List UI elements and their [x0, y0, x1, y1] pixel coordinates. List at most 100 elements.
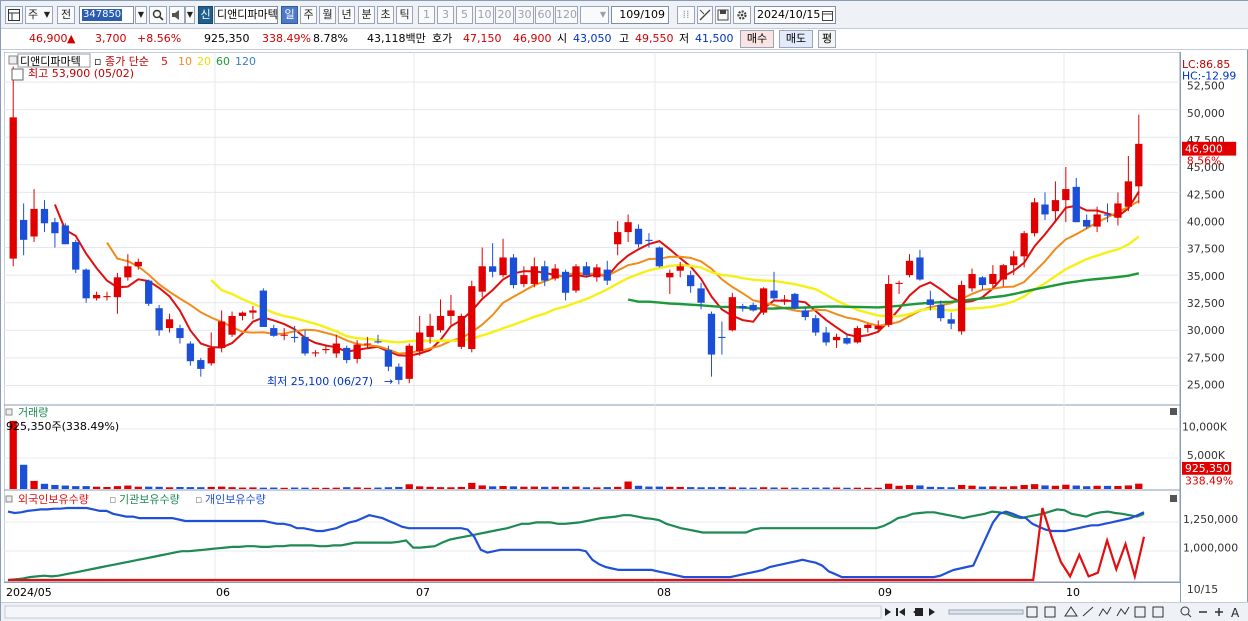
candle-body [572, 266, 580, 291]
chevron-down-icon: ▼ [43, 10, 50, 19]
type-select[interactable]: 주 ▼ [25, 6, 53, 24]
copy-icon[interactable] [1026, 606, 1038, 618]
chart-canvas[interactable]: 디앤디파마텍 ▫ 종가 단순 5 10 20 60 120 최고 53,900 … [4, 52, 1180, 602]
stock-name-field[interactable]: 디앤디파마텍 [214, 6, 278, 24]
candle-body [530, 266, 538, 284]
x-label-08: 08 [657, 586, 671, 599]
candle-body [1114, 203, 1122, 218]
first-page-icon[interactable] [899, 608, 905, 616]
candle-body [895, 282, 903, 284]
volume-bar [92, 486, 101, 489]
zoom-slider[interactable] [948, 609, 1024, 615]
foreign-legend: 외국인보유수량 [18, 493, 89, 506]
interval-120-button[interactable]: 120 [555, 6, 578, 24]
frame-tool-icon[interactable] [1152, 606, 1164, 618]
buy-button[interactable]: 매수 [740, 30, 774, 48]
candle-body [739, 306, 747, 309]
volume-title: 거래량 [18, 406, 48, 419]
calendar-icon[interactable] [11, 68, 24, 81]
font-size-icon[interactable]: A [1231, 606, 1240, 620]
volume-bar [363, 487, 372, 489]
candle-body [853, 328, 862, 343]
volume-bar [926, 486, 934, 489]
interval-60-button[interactable]: 60 [535, 6, 554, 24]
save-icon[interactable] [715, 6, 731, 24]
volume-bar [947, 487, 955, 489]
volume-bar [864, 487, 872, 489]
volume-bar [30, 480, 38, 489]
volume-bar [759, 487, 768, 489]
horizontal-scrollbar[interactable] [4, 605, 882, 619]
interval-1-button[interactable]: 1 [418, 6, 435, 24]
period-day-tab[interactable]: 일 [281, 6, 298, 24]
panel-close-icon[interactable] [1170, 408, 1177, 415]
panel-menu-icon[interactable] [5, 408, 13, 416]
panel-menu-icon[interactable] [8, 55, 18, 65]
period-year-tab[interactable]: 년 [338, 6, 355, 24]
box-tool-icon[interactable] [1134, 606, 1146, 618]
volume-bar [61, 485, 69, 489]
candle-body [999, 265, 1007, 280]
interval-10-button[interactable]: 10 [475, 6, 494, 24]
interval-3-button[interactable]: 3 [437, 6, 454, 24]
stop-icon[interactable] [915, 608, 923, 616]
price-panel [4, 52, 1180, 406]
gear-icon[interactable] [733, 6, 751, 24]
interval-30-button[interactable]: 30 [515, 6, 534, 24]
sell-button[interactable]: 매도 [779, 30, 813, 48]
candle-body [499, 257, 507, 276]
zoom-icon[interactable] [1180, 606, 1190, 616]
line-tool-icon[interactable] [1082, 606, 1094, 617]
next-page-icon[interactable] [929, 608, 935, 616]
search-icon[interactable] [149, 6, 167, 24]
data-count-field[interactable]: 109/109 [611, 6, 669, 24]
trend-tool-icon[interactable] [1098, 606, 1112, 617]
prev-button[interactable]: 전 [57, 6, 75, 24]
volume-bar [614, 486, 622, 489]
triangle-tool-icon[interactable] [1064, 606, 1078, 617]
stock-code-input[interactable]: 347850 [79, 6, 134, 24]
code-dropdown-button[interactable]: ▼ [135, 6, 147, 24]
grid-icon[interactable]: ⁞⁞ [677, 6, 695, 24]
candle-body [457, 315, 466, 347]
date-input[interactable]: 2024/10/15 [754, 6, 836, 24]
speaker-icon[interactable] [169, 6, 185, 24]
panel-menu-icon[interactable] [5, 495, 13, 503]
evaluate-button[interactable]: 평 [818, 30, 836, 48]
interval-custom-select[interactable]: ▼ [580, 6, 609, 24]
price-tick-label: 30,000 [1187, 324, 1225, 337]
interval-5-button[interactable]: 5 [456, 6, 473, 24]
candle-body [905, 260, 914, 276]
volume-bar [812, 487, 820, 489]
price-tick-label: 25,000 [1187, 379, 1225, 392]
y-axis-ticks: 52,50050,00047,50045,00042,50040,00037,5… [1187, 80, 1225, 392]
period-tick-tab[interactable]: 틱 [396, 6, 413, 24]
candle-body [1124, 181, 1133, 207]
layout-icon[interactable] [5, 6, 23, 24]
institution-legend: 기관보유수량 [119, 493, 180, 506]
window-icon[interactable] [1044, 606, 1056, 618]
interval-20-button[interactable]: 20 [495, 6, 514, 24]
period-month-tab[interactable]: 월 [319, 6, 336, 24]
candle-body [509, 257, 518, 286]
volume-bar [916, 485, 924, 489]
legend-separator: ▫ [109, 493, 116, 506]
candle-body [405, 345, 413, 379]
period-second-tab[interactable]: 초 [377, 6, 394, 24]
period-week-tab[interactable]: 주 [300, 6, 317, 24]
candle-body [40, 208, 49, 224]
volume-bar [290, 487, 299, 489]
speaker-dropdown-button[interactable]: ▼ [185, 6, 195, 24]
scroll-right-icon[interactable] [885, 608, 891, 616]
volume-bar [113, 486, 122, 489]
volume-bar [624, 481, 632, 489]
wave-tool-icon[interactable] [1116, 606, 1130, 617]
panel-close-icon[interactable] [1170, 495, 1177, 502]
period-minute-tab[interactable]: 분 [358, 6, 375, 24]
candle-body [947, 319, 955, 324]
calendar-icon[interactable] [822, 10, 833, 21]
volume-bar [40, 483, 49, 489]
candle-body [488, 266, 497, 272]
legend-separator: ▫ [195, 493, 202, 506]
draw-icon[interactable] [697, 6, 713, 24]
